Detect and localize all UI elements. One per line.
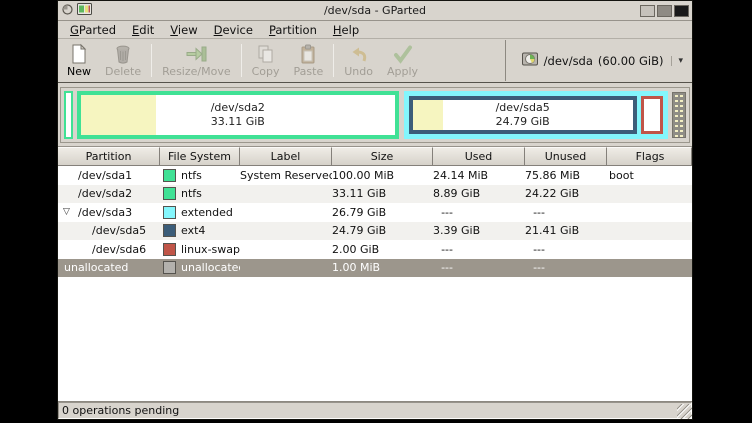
table-row-unallocated[interactable]: unallocated unallocated 1.00 MiB --- --- [58,259,692,278]
menu-help[interactable]: Help [325,22,367,38]
menu-gparted[interactable]: GParted [62,22,124,38]
partition-table: Partition File System Label Size Used Un… [58,147,692,401]
titlebar: /dev/sda - GParted [58,1,692,21]
resize-move-button[interactable]: Resize/Move [155,40,237,81]
device-name: /dev/sda [544,54,593,68]
partition-size: 33.11 GiB [211,115,265,129]
menu-view[interactable]: View [162,22,205,38]
header-size[interactable]: Size [332,147,433,166]
fs-color-swatch [163,243,176,256]
resize-grip[interactable] [677,404,692,419]
device-selector[interactable]: /dev/sda (60.00 GiB) ▾ [519,50,686,72]
menubar: GParted Edit View Device Partition Help [58,21,692,39]
table-row-sda1[interactable]: /dev/sda1 ntfs System Reserved 100.00 Mi… [58,166,692,185]
apply-button[interactable]: Apply [380,40,425,81]
new-partition-icon [68,42,90,65]
apply-icon [392,42,414,65]
partition-name: /dev/sda2 [211,101,265,115]
diskbar-unallocated[interactable] [672,92,686,138]
new-button[interactable]: New [60,40,98,81]
fs-color-swatch [163,261,176,274]
device-size: (60.00 GiB) [598,54,664,68]
toolbar-separator [241,44,242,77]
fs-color-swatch [163,224,176,237]
menu-edit[interactable]: Edit [124,22,162,38]
fs-color-swatch [163,187,176,200]
table-row-sda2[interactable]: /dev/sda2 ntfs 33.11 GiB 8.89 GiB 24.22 … [58,185,692,204]
resize-move-icon [184,42,208,65]
diskbar-partition-sda2[interactable]: /dev/sda2 33.11 GiB [77,91,399,139]
header-label[interactable]: Label [240,147,332,166]
table-row-sda3[interactable]: ▽/dev/sda3 extended 26.79 GiB --- --- [58,203,692,222]
operations-pending-text: 0 operations pending [58,402,692,419]
header-used[interactable]: Used [433,147,525,166]
chevron-down-icon[interactable]: ▾ [671,56,683,66]
paste-icon [297,42,319,65]
diskbar-partition-sda6[interactable] [641,96,663,134]
close-button[interactable] [674,5,689,17]
diskbar-extended-sda3[interactable]: /dev/sda5 24.79 GiB [404,91,669,139]
table-header: Partition File System Label Size Used Un… [58,147,692,166]
window-title: /dev/sda - GParted [58,4,692,17]
partition-name: /dev/sda5 [496,101,550,115]
paste-button[interactable]: Paste [287,40,331,81]
diskbar-partition-sda1[interactable] [64,91,73,139]
table-row-sda5[interactable]: /dev/sda5 ext4 24.79 GiB 3.39 GiB 21.41 … [58,222,692,241]
toolbar-separator [151,44,152,77]
table-row-sda6[interactable]: /dev/sda6 linux-swap 2.00 GiB --- --- [58,240,692,259]
gparted-window: /dev/sda - GParted GParted Edit View Dev… [57,0,693,420]
disk-visual-area: /dev/sda2 33.11 GiB /dev/sda5 24.79 GiB [58,83,692,147]
header-partition[interactable]: Partition [58,147,160,166]
header-filesystem[interactable]: File System [160,147,240,166]
header-flags[interactable]: Flags [607,147,692,166]
toolbar: New Delete Resize/Move Copy Paste Undo A… [58,39,692,83]
device-panel: /dev/sda (60.00 GiB) ▾ [505,40,690,81]
expander-icon[interactable]: ▽ [63,207,70,217]
undo-button[interactable]: Undo [337,40,380,81]
minimize-button[interactable] [640,5,655,17]
disk-visual-bar: /dev/sda2 33.11 GiB /dev/sda5 24.79 GiB [60,87,690,143]
delete-icon [112,42,134,65]
menu-device[interactable]: Device [206,22,261,38]
partition-size: 24.79 GiB [496,115,550,129]
delete-button[interactable]: Delete [98,40,148,81]
undo-icon [348,42,370,65]
copy-button[interactable]: Copy [245,40,287,81]
menu-partition[interactable]: Partition [261,22,325,38]
disk-drive-icon [522,52,539,70]
header-unused[interactable]: Unused [525,147,607,166]
maximize-button[interactable] [657,5,672,17]
toolbar-separator [333,44,334,77]
diskbar-partition-sda5[interactable]: /dev/sda5 24.79 GiB [409,96,637,134]
statusbar: 0 operations pending [58,401,692,419]
fs-color-swatch [163,169,176,182]
copy-icon [255,42,277,65]
fs-color-swatch [163,206,176,219]
